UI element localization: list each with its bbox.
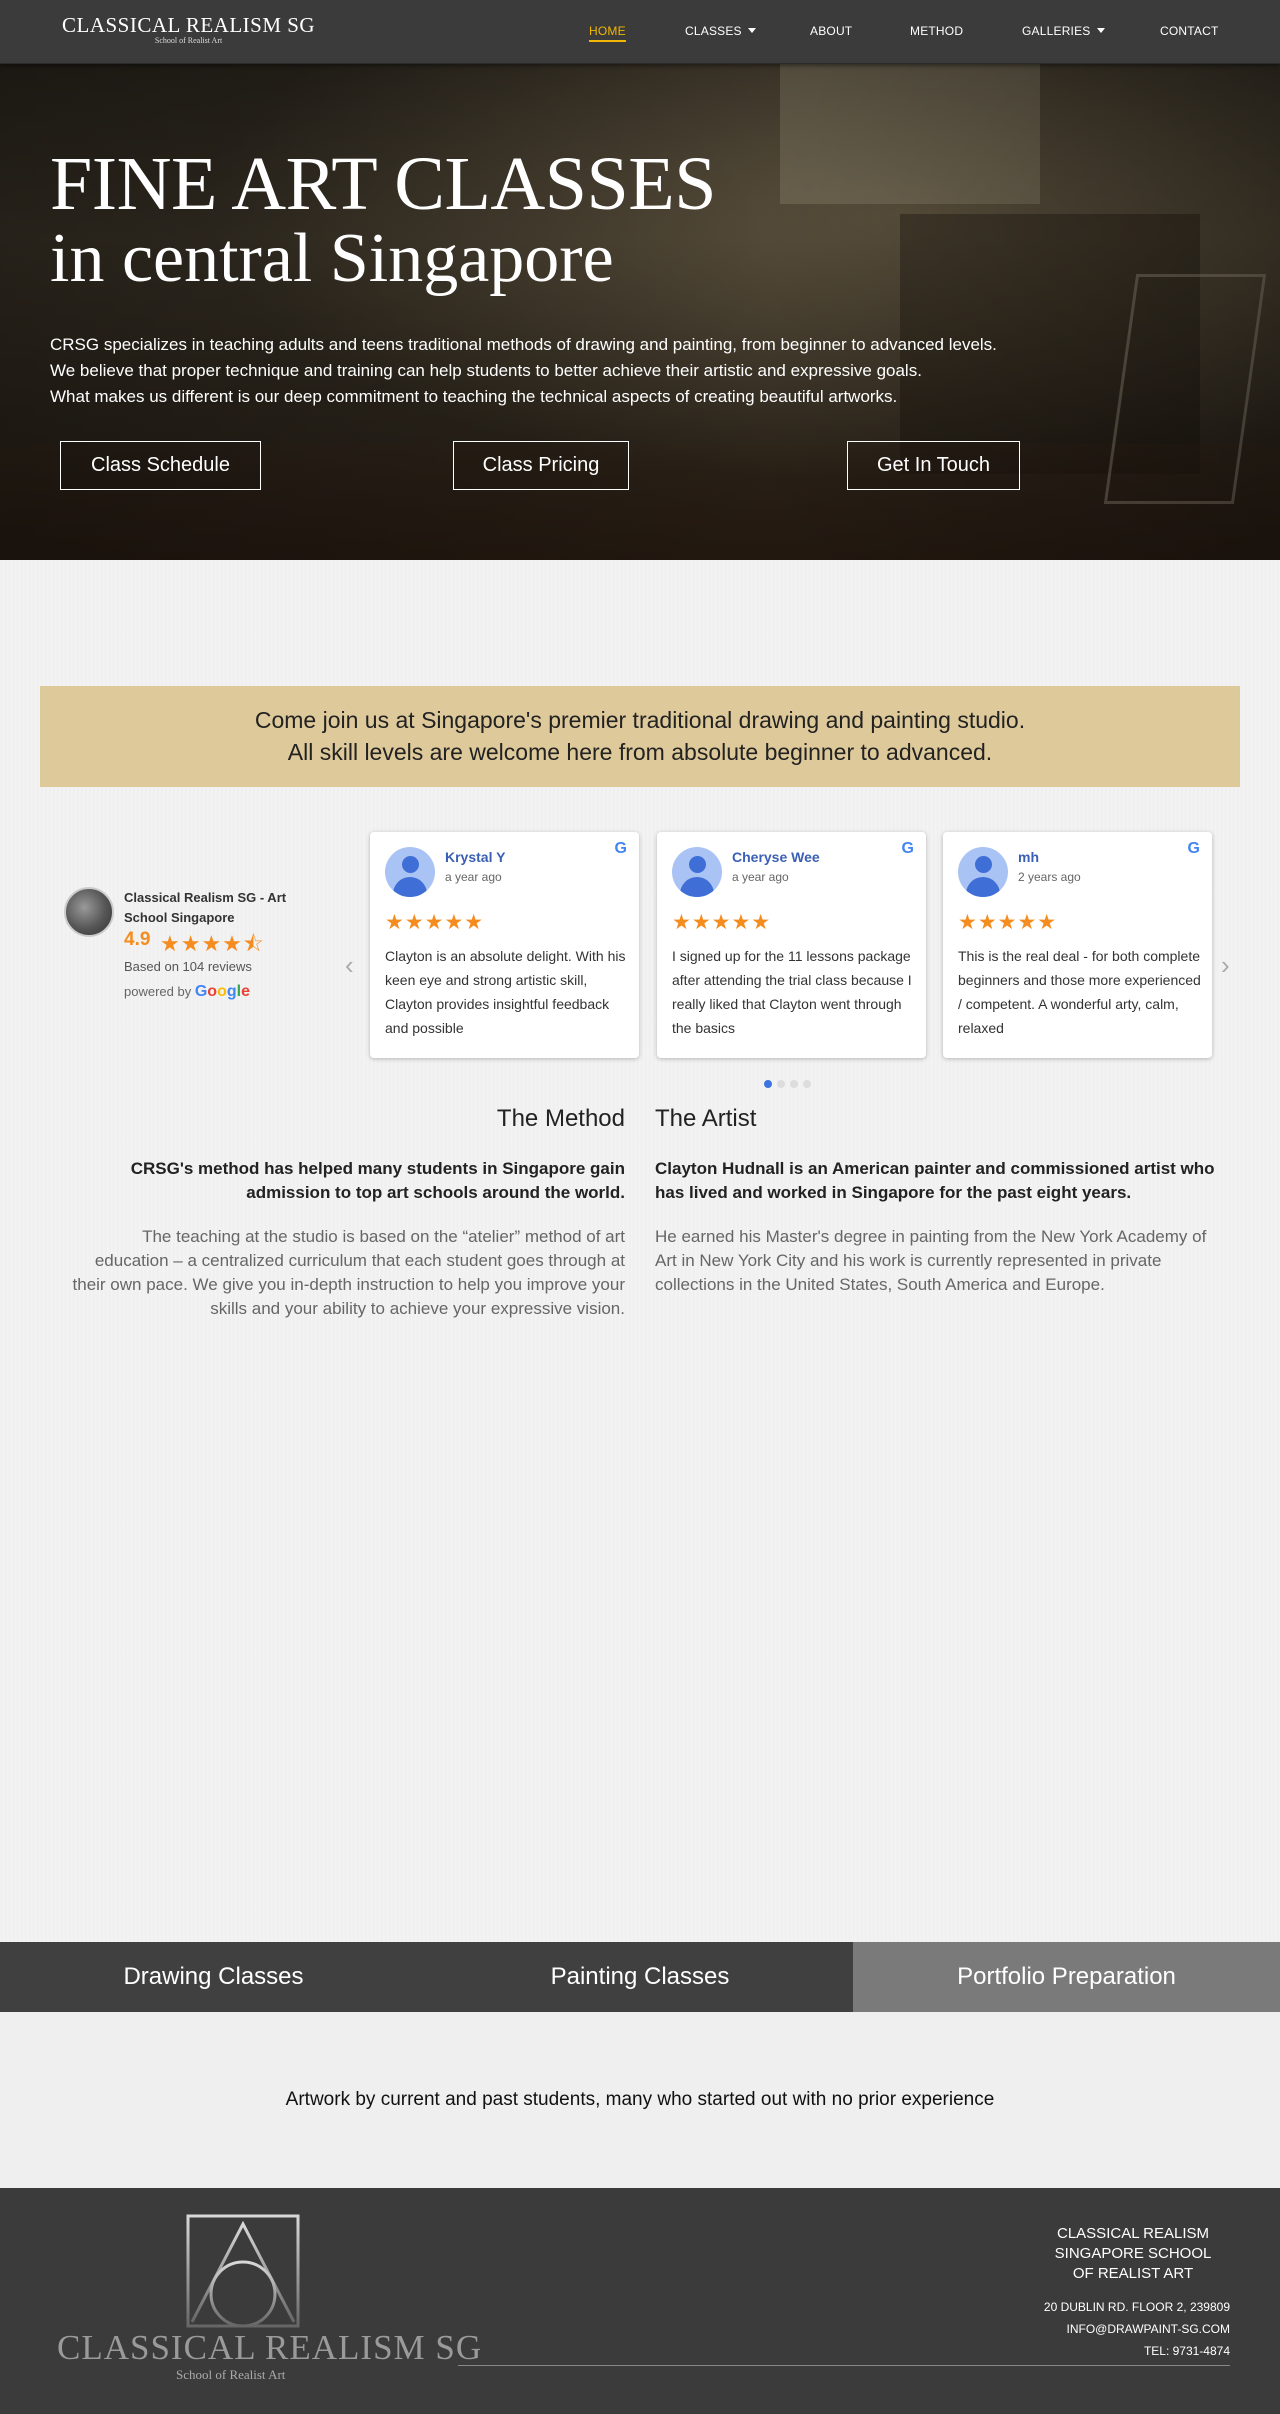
banner-line: Come join us at Singapore's premier trad…: [254, 707, 1026, 733]
nav-item-about[interactable]: ABOUT: [810, 24, 852, 38]
footer-email[interactable]: info@drawpaint-sg.com: [1066, 2322, 1230, 2336]
business-rating: 4.9: [124, 929, 151, 950]
carousel-next-icon[interactable]: ›: [1221, 950, 1230, 981]
carousel-dots: [764, 1075, 816, 1093]
reviewer-name[interactable]: Cheryse Wee: [732, 849, 820, 865]
footer-school-name: Classical Realism Singapore School of Re…: [1020, 2224, 1246, 2284]
review-text: This is the real deal - for both complet…: [958, 948, 1201, 1036]
review-date: a year ago: [732, 870, 789, 884]
review-text: I signed up for the 11 lessons package a…: [672, 948, 912, 1036]
tab-drawing-classes[interactable]: Drawing Classes: [0, 1942, 427, 2012]
class-schedule-button[interactable]: Class Schedule: [60, 441, 261, 490]
google-letter: G: [194, 983, 208, 1000]
hero-title: FINE ART CLASSES: [50, 142, 716, 226]
footer-name-line: Classical Realism: [1057, 2225, 1209, 2242]
banner-line: All skill levels are welcome here from a…: [287, 739, 993, 765]
carousel-dot[interactable]: [764, 1080, 772, 1088]
nav-item-contact[interactable]: CONTACT: [1160, 24, 1219, 38]
nav-item-galleries[interactable]: GALLERIES: [1022, 24, 1105, 38]
carousel-dot[interactable]: [777, 1080, 785, 1088]
class-tabs: Drawing Classes Painting Classes Portfol…: [0, 1942, 1280, 2012]
google-logo: Google: [195, 983, 250, 1000]
method-body: The teaching at the studio is based on t…: [72, 1227, 625, 1318]
review-card: Cheryse Wee a year ago G ★★★★★ I signed …: [657, 832, 926, 1058]
google-letter: e: [241, 983, 250, 1000]
method-title: The Method: [496, 1105, 625, 1132]
get-in-touch-button[interactable]: Get In Touch: [847, 441, 1020, 490]
site-footer: CLASSICAL REALISM SG School of Realist A…: [0, 2188, 1280, 2414]
google-letter: g: [226, 983, 237, 1000]
google-icon: G: [901, 840, 914, 857]
artist-lead: Clayton Hudnall is an American painter a…: [655, 1159, 1215, 1202]
footer-name-line: Singapore School: [1054, 2245, 1212, 2262]
carousel-dot[interactable]: [790, 1080, 798, 1088]
gallery-caption: Artwork by current and past students, ma…: [285, 2089, 995, 2110]
method-lead: CRSG's method has helped many students i…: [130, 1159, 625, 1202]
nav-item-home[interactable]: HOME: [589, 24, 626, 42]
powered-by-label: powered by: [124, 984, 192, 999]
hero-text-line: CRSG specializes in teaching adults and …: [50, 335, 997, 354]
footer-address: 20 Dublin Rd. Floor 2, 239809: [1043, 2300, 1230, 2314]
footer-logo-mark: [186, 2214, 300, 2328]
hero-text-line: What makes us different is our deep comm…: [50, 387, 898, 406]
reviewer-avatar: [672, 847, 722, 897]
tab-portfolio-preparation[interactable]: Portfolio Preparation: [853, 1942, 1280, 2012]
carousel-prev-icon[interactable]: ‹: [345, 950, 354, 981]
hero-subtitle: in central Singapore: [50, 220, 614, 297]
artist-title: The Artist: [655, 1105, 757, 1132]
google-letter: o: [207, 983, 218, 1000]
class-pricing-button[interactable]: Class Pricing: [453, 441, 629, 490]
reviewer-avatar: [385, 847, 435, 897]
nav-item-classes[interactable]: CLASSES: [685, 24, 756, 38]
chevron-down-icon: [1096, 28, 1105, 33]
business-avatar: [64, 887, 114, 937]
footer-logo-subtitle: School of Realist Art: [176, 2367, 286, 2382]
chevron-down-icon: [747, 28, 756, 33]
google-icon: G: [614, 840, 627, 857]
hero-description: CRSG specializes in teaching adults and …: [50, 332, 1170, 410]
business-name[interactable]: Classical Realism SG - Art School Singap…: [124, 888, 314, 928]
reviewer-name[interactable]: Krystal Y: [445, 849, 505, 865]
google-letter: o: [217, 983, 227, 1000]
review-text: Clayton is an absolute delight. With his…: [385, 948, 626, 1036]
review-stars-icon: ★★★★★: [672, 911, 772, 934]
carousel-dot[interactable]: [803, 1080, 811, 1088]
nav-item-galleries-label: GALLERIES: [1022, 24, 1091, 38]
review-card: Krystal Y a year ago G ★★★★★ Clayton is …: [370, 832, 639, 1058]
top-navbar: CLASSICAL REALISM SG School of Realist A…: [0, 0, 1280, 64]
nav-menu: HOME CLASSES ABOUT METHOD GALLERIES CONT…: [0, 24, 1280, 44]
powered-by-google: powered by Google: [124, 983, 250, 1001]
reviewer-name[interactable]: mh: [1018, 849, 1039, 865]
nav-item-classes-label: CLASSES: [685, 24, 742, 38]
footer-logo-title: CLASSICAL REALISM SG: [57, 2328, 483, 2367]
review-stars-icon: ★★★★★: [385, 911, 485, 934]
review-card: mh 2 years ago G ★★★★★ This is the real …: [943, 832, 1212, 1058]
reviewer-avatar: [958, 847, 1008, 897]
footer-name-line: of Realist Art: [1072, 2265, 1194, 2282]
nav-item-method[interactable]: METHOD: [910, 24, 963, 38]
welcome-banner: Come join us at Singapore's premier trad…: [40, 686, 1240, 787]
hero-text-line: We believe that proper technique and tra…: [50, 361, 922, 380]
review-date: a year ago: [445, 870, 502, 884]
hero-section: FINE ART CLASSES in central Singapore CR…: [0, 64, 1280, 560]
review-stars-icon: ★★★★★: [958, 911, 1058, 934]
artist-body: He earned his Master's degree in paintin…: [655, 1227, 1207, 1294]
footer-phone[interactable]: Tel: 9731-4874: [1144, 2344, 1230, 2358]
footer-divider: [458, 2365, 1230, 2366]
tab-painting-classes[interactable]: Painting Classes: [427, 1942, 853, 2012]
google-icon: G: [1187, 840, 1200, 857]
review-date: 2 years ago: [1018, 870, 1081, 884]
review-count[interactable]: Based on 104 reviews: [124, 959, 252, 974]
